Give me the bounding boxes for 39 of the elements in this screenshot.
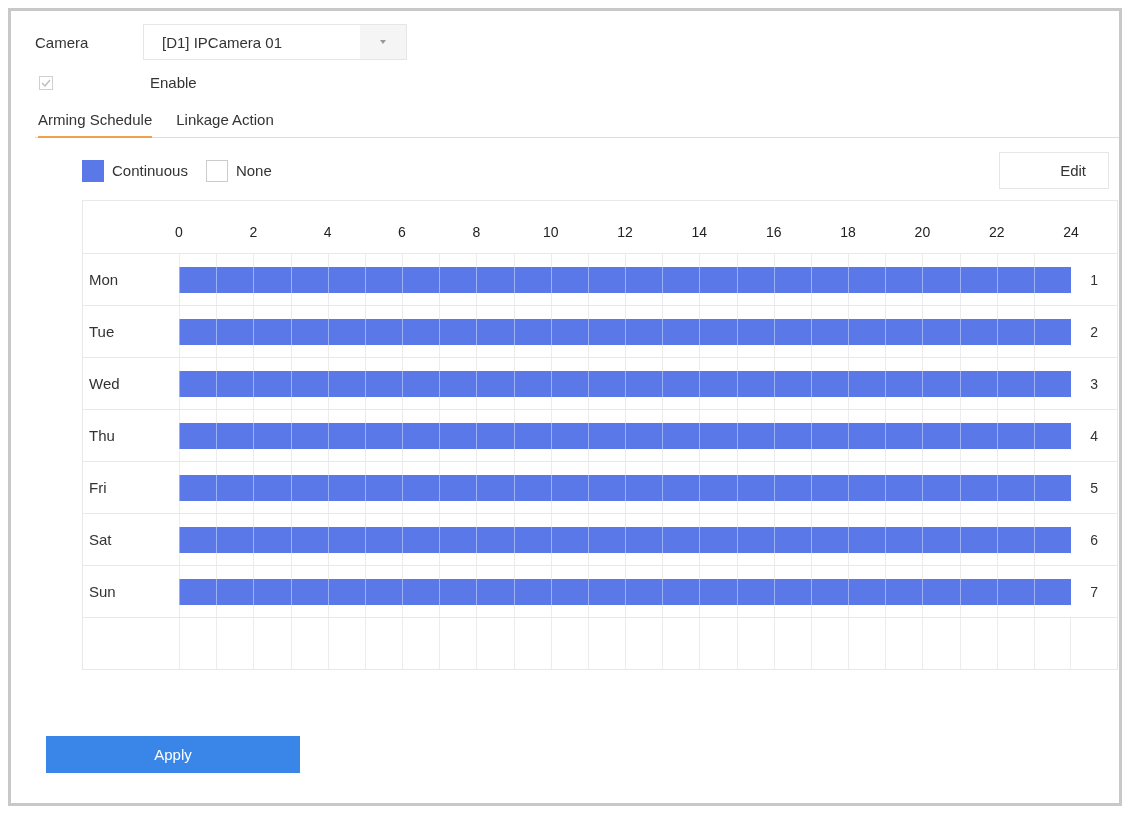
camera-label: Camera [35,33,90,51]
tab[interactable]: Arming Schedule [38,111,153,138]
schedule-bar[interactable] [179,370,1072,397]
tab[interactable]: Linkage Action [176,111,274,138]
day-number: 1 [1071,253,1117,305]
hour-label: 16 [765,224,782,240]
schedule-bar[interactable] [179,266,1072,293]
hour-label: 4 [323,224,332,240]
day-number: 7 [1071,565,1117,617]
schedule-bar[interactable] [179,422,1072,449]
legend-swatch [82,159,104,182]
hour-label: 18 [840,224,856,240]
day-number: 3 [1071,357,1117,409]
schedule-bar[interactable] [179,526,1072,553]
hour-label: 0 [175,224,183,240]
hour-label: 22 [988,224,1005,240]
enable-label: Enable [150,74,198,91]
day-number: 5 [1071,461,1117,513]
day-number: 4 [1071,409,1117,461]
legend-swatch [205,159,228,182]
day-number: 6 [1071,513,1117,565]
hour-label: 10 [542,224,559,240]
hour-label: 24 [1063,224,1079,240]
hour-label: 6 [398,224,406,240]
caret-icon [380,40,386,44]
hour-label: 8 [472,224,481,240]
schedule-bar[interactable] [179,578,1072,605]
apply-button[interactable]: Apply [46,736,300,773]
schedule-bar[interactable] [179,474,1072,501]
hour-label: 14 [691,224,708,240]
day-number: 2 [1071,305,1117,357]
hour-label: 2 [249,224,258,240]
camera-select[interactable]: [D1] IPCamera 01 [143,24,407,60]
schedule-bar[interactable] [179,318,1072,345]
hour-label: 20 [914,224,931,240]
hour-label: 12 [617,224,633,240]
legend-label: Continuous [112,162,188,179]
edit-button[interactable]: Edit [999,152,1109,189]
legend-label: None [235,162,272,179]
